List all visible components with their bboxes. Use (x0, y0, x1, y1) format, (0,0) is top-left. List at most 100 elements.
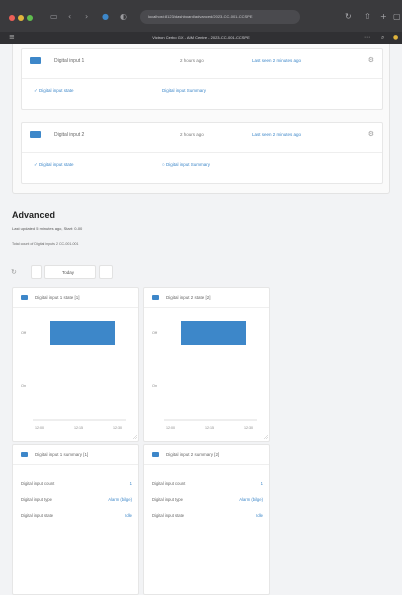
entity-item: Digital input 1 2 hours ago Last seen 2 … (21, 48, 383, 110)
tabs-overview-icon[interactable]: ▢ (393, 12, 401, 21)
summary-row: Digital input state Idle (21, 513, 132, 518)
tab-menu-icon[interactable]: ⋯ (364, 34, 370, 41)
settings-icon[interactable]: ⚙ (368, 56, 374, 64)
summary-row: Digital input count 1 (21, 481, 132, 486)
page-content: Digital input 1 2 hours ago Last seen 2 … (0, 44, 402, 595)
address-bar[interactable]: localhost:8123/dashboard/advanced/2023-C… (140, 10, 300, 24)
card-header: Digital input 1 summary [1] (13, 445, 138, 465)
entity-last-seen: Last seen 2 minutes ago (252, 132, 302, 137)
summary-value[interactable]: Alarm (bilge) (108, 497, 132, 502)
minimize-window-button[interactable] (18, 15, 24, 21)
summary-key: Digital input count (21, 481, 55, 486)
summary-key: Digital input type (152, 497, 183, 502)
entity-last-seen: Last seen 2 minutes ago (252, 58, 302, 63)
next-period-button[interactable] (99, 265, 113, 279)
x-tick-label: 12:15 (74, 426, 83, 430)
period-label: Today (62, 270, 75, 275)
resize-handle-icon (132, 434, 138, 440)
entity-name: Digital input 1 (54, 58, 85, 64)
section-subtitle: Last updated 5 minutes ago, Start: 0-00 (12, 226, 83, 231)
refresh-icon[interactable]: ↻ (11, 268, 17, 276)
y-tick-label: Off (21, 331, 27, 335)
privacy-icon[interactable]: ◐ (120, 13, 127, 21)
card-title: Digital input 1 state [1] (35, 295, 80, 300)
summary-link-label: Digital input Summary (165, 162, 210, 167)
y-tick-label: On (152, 384, 157, 388)
summary-value: 1 (129, 481, 132, 486)
close-window-button[interactable] (9, 15, 15, 21)
state-link-label: Digital input state (39, 88, 74, 93)
card-header: Digital input 2 state [2] (144, 288, 269, 308)
state-link[interactable]: ✓ Digital input state (34, 88, 74, 94)
tab-status-icon: ● (393, 34, 399, 41)
summary-icon (21, 452, 28, 457)
url-text: localhost:8123/dashboard/advanced/2023-C… (148, 14, 253, 19)
card-title: Digital input 2 summary [2] (166, 452, 220, 457)
x-tick-label: 12:00 (166, 426, 175, 430)
summary-row: Digital input state Idle (152, 513, 263, 518)
summary-card: Digital input 2 summary [2] Digital inpu… (143, 444, 270, 595)
prev-period-button[interactable] (31, 265, 42, 279)
refresh-icon[interactable]: ↻ (345, 12, 352, 21)
summary-key: Digital input state (21, 513, 54, 518)
summary-icon (152, 452, 159, 457)
card-title: Digital input 2 state [2] (166, 295, 211, 300)
sidebar-icon[interactable]: ▭ (50, 13, 58, 21)
state-link-label: Digital input state (39, 162, 74, 167)
section-description: Total count of Digital inputs 2 CC-001-0… (12, 242, 79, 246)
browser-chrome: ▭ ‹ › ● ◐ localhost:8123/dashboard/advan… (0, 0, 402, 44)
summary-value[interactable]: Alarm (bilge) (239, 497, 263, 502)
summary-key: Digital input type (21, 497, 52, 502)
new-tab-icon[interactable]: + (380, 12, 387, 21)
tab-bar: ≡ Victron Cerbo GX - AIM Centre - 2023-C… (0, 32, 402, 44)
chart-icon (152, 295, 159, 300)
summary-key: Digital input state (152, 513, 185, 518)
summary-link-label: Digital input Summary (162, 88, 207, 93)
x-tick-label: 12:00 (35, 426, 44, 430)
x-tick-label: 12:15 (205, 426, 214, 430)
summary-card: Digital input 1 summary [1] Digital inpu… (12, 444, 139, 595)
entity-item: Digital input 2 2 hours ago Last seen 2 … (21, 122, 383, 184)
summary-value: 1 (260, 481, 263, 486)
card-header: Digital input 2 summary [2] (144, 445, 269, 465)
x-tick-label: 12:30 (244, 426, 253, 430)
summary-row: Digital input type Alarm (bilge) (152, 497, 263, 502)
settings-icon[interactable]: ⚙ (368, 130, 374, 138)
back-icon[interactable]: ‹ (68, 13, 71, 21)
summary-row: Digital input count 1 (152, 481, 263, 486)
entity-row[interactable]: Digital input 1 2 hours ago Last seen 2 … (22, 49, 382, 79)
summary-link[interactable]: ○ Digital input Summary (162, 162, 210, 167)
y-tick-label: On (21, 384, 26, 388)
chart-card: Digital input 1 state [1] Off On 12:00 12:1… (12, 287, 139, 442)
forward-icon[interactable]: › (85, 13, 88, 21)
tab-title[interactable]: Victron Cerbo GX - AIM Centre - 2023-CC-… (0, 35, 402, 40)
browser-toolbar: ▭ ‹ › ● ◐ localhost:8123/dashboard/advan… (0, 0, 402, 30)
entity-status: 2 hours ago (180, 132, 204, 137)
section-title: Advanced (12, 210, 56, 220)
entity-row[interactable]: Digital input 2 2 hours ago Last seen 2 … (22, 123, 382, 153)
summary-value[interactable]: Idle (125, 513, 132, 518)
shield-icon[interactable]: ● (102, 13, 109, 21)
state-chart: Off On 12:00 12:15 12:30 (152, 321, 269, 440)
tab-search-icon[interactable]: ⌕ (381, 34, 384, 42)
share-icon[interactable]: ⇧ (364, 12, 371, 21)
summary-row: Digital input type Alarm (bilge) (21, 497, 132, 502)
entity-name: Digital input 2 (54, 132, 85, 138)
resize-handle-icon (263, 434, 269, 440)
state-bar (50, 321, 115, 345)
summary-value[interactable]: Idle (256, 513, 263, 518)
card-header: Digital input 1 state [1] (13, 288, 138, 308)
state-link[interactable]: ✓ Digital input state (34, 162, 74, 168)
x-tick-label: 12:30 (113, 426, 122, 430)
state-chart: Off On 12:00 12:15 12:30 (21, 321, 138, 440)
zoom-window-button[interactable] (27, 15, 33, 21)
entity-status: 2 hours ago (180, 58, 204, 63)
input-icon (30, 131, 41, 138)
chart-card: Digital input 2 state [2] Off On 12:00 12:1… (143, 287, 270, 442)
y-tick-label: Off (152, 331, 158, 335)
summary-key: Digital input count (152, 481, 186, 486)
entities-card: Digital input 1 2 hours ago Last seen 2 … (12, 44, 390, 194)
summary-link[interactable]: Digital input Summary (162, 88, 206, 93)
chart-icon (21, 295, 28, 300)
input-icon (30, 57, 41, 64)
